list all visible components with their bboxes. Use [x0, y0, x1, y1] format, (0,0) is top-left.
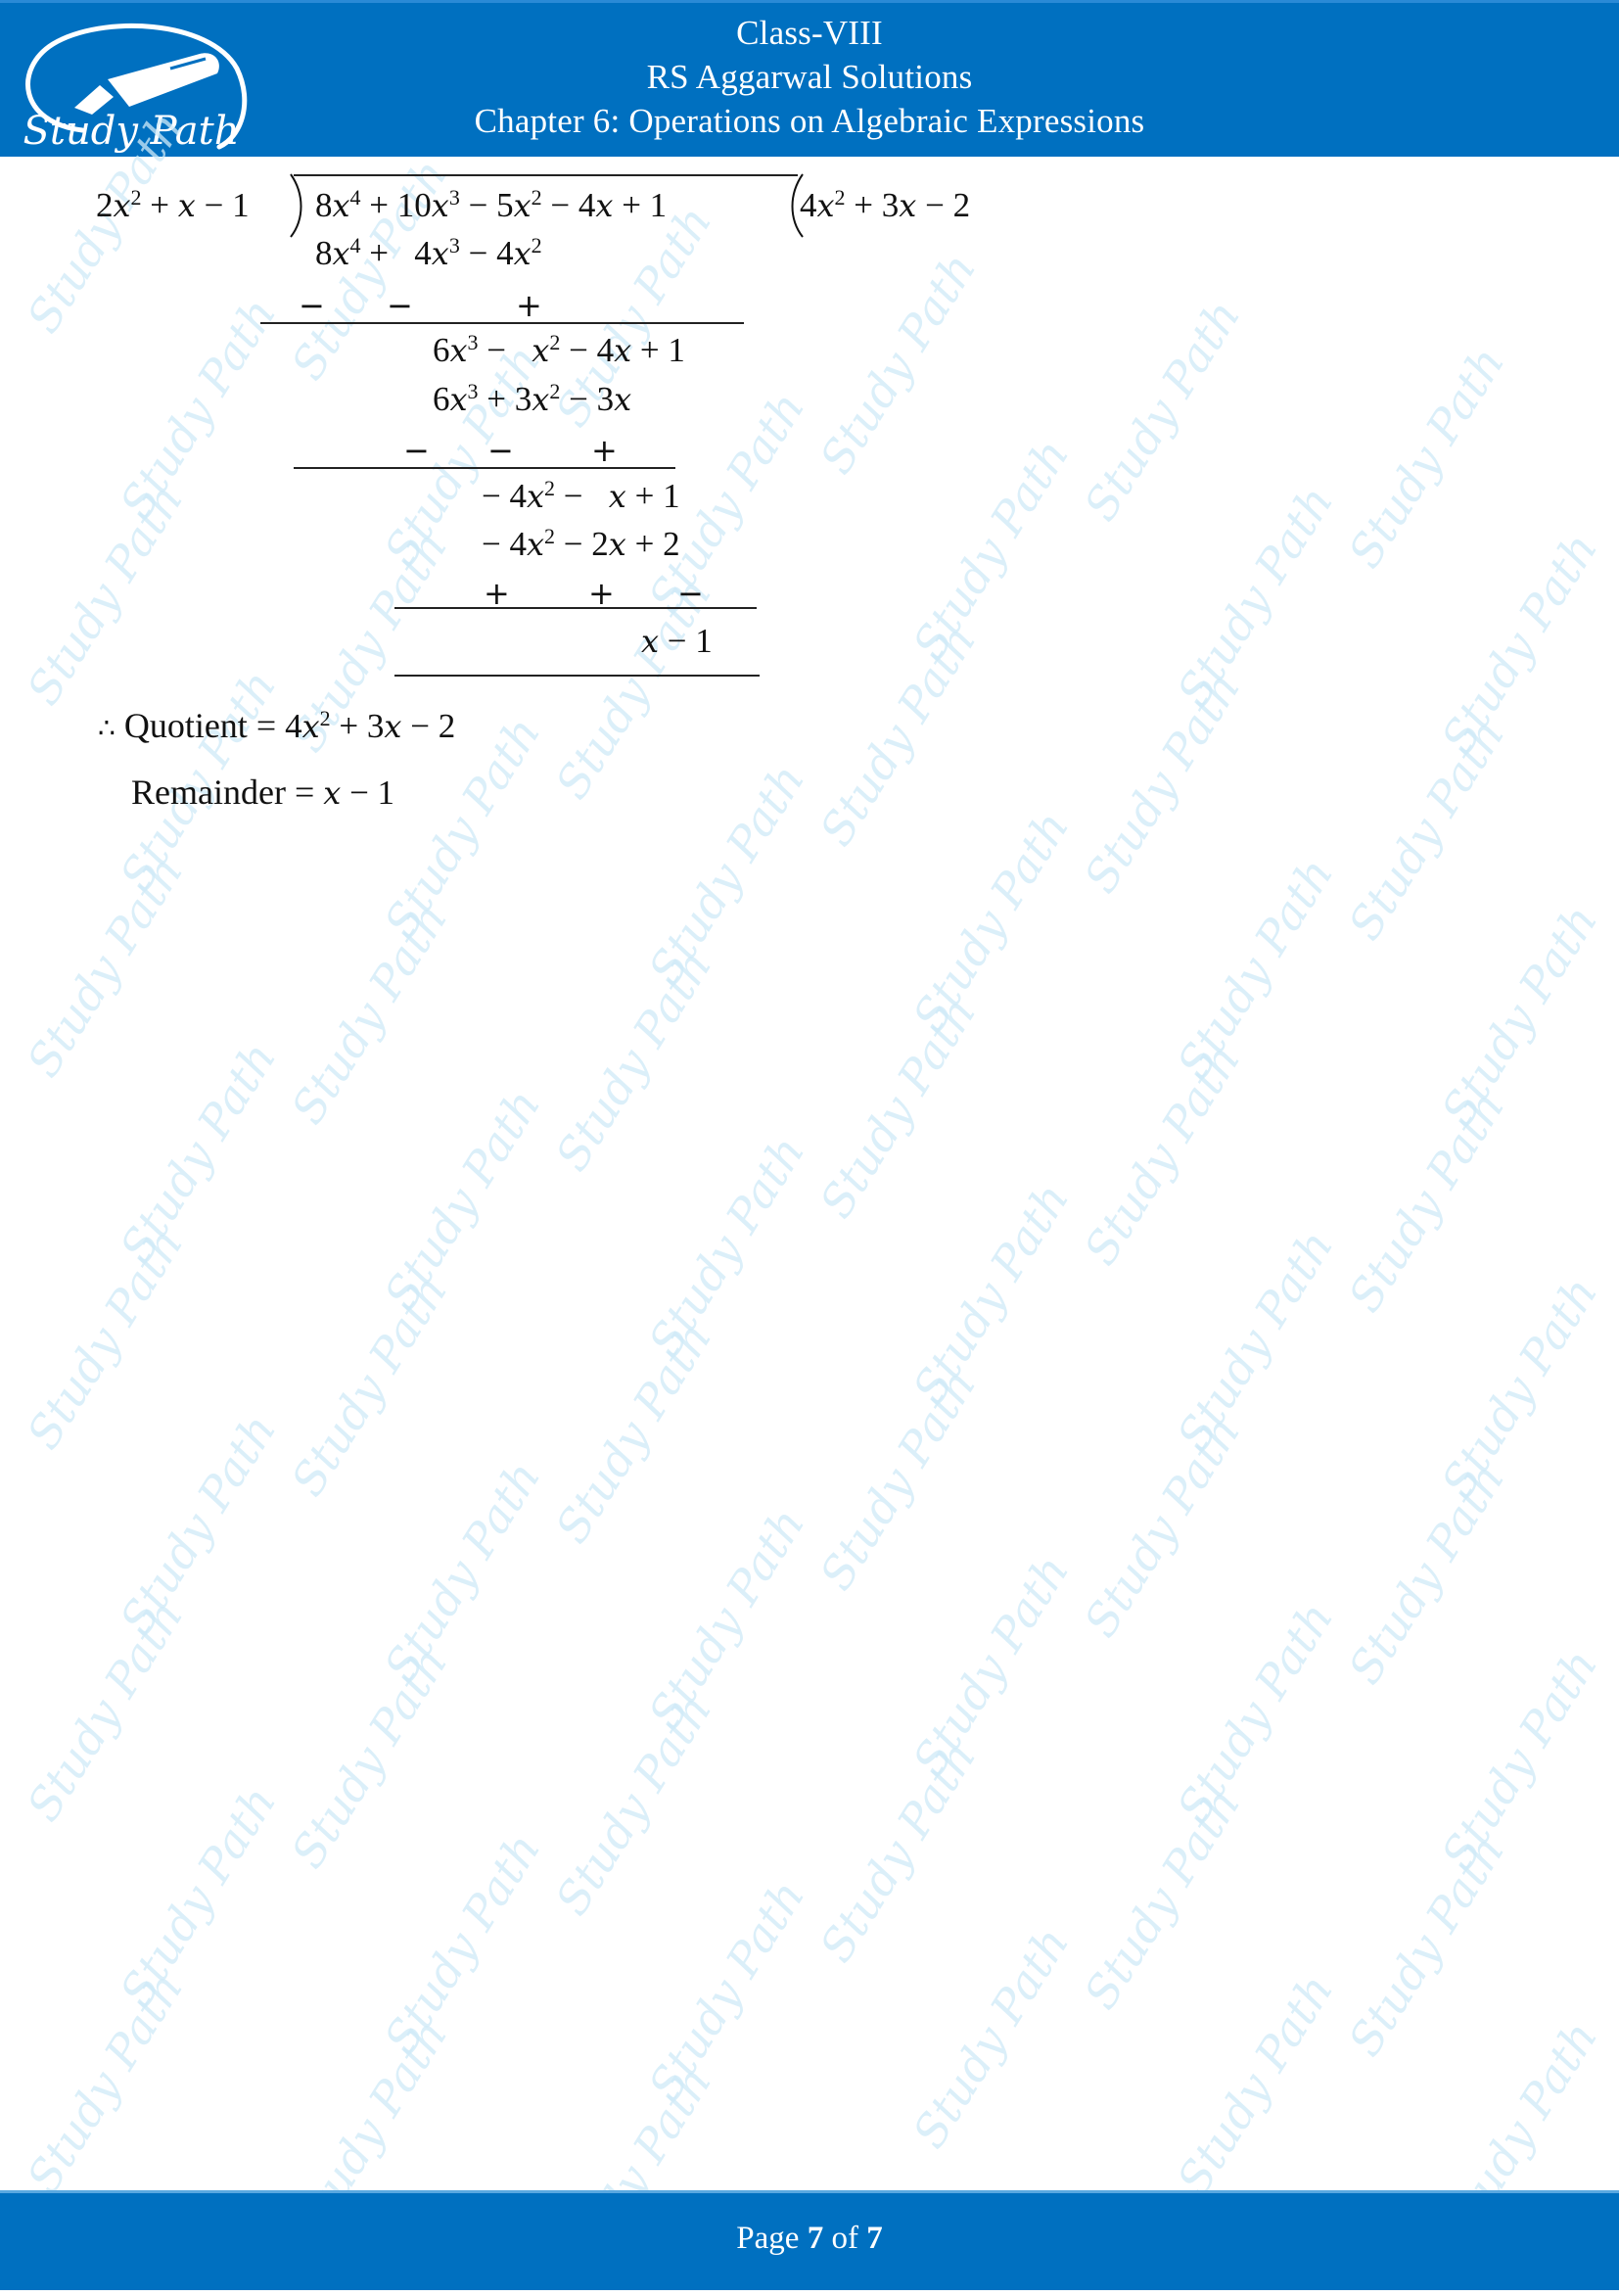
quotient-label: Quotient — [123, 706, 248, 745]
watermark-text: Study Path — [1430, 1267, 1608, 1508]
step-3-rule — [394, 607, 757, 609]
remainder-label: Remainder — [131, 773, 286, 812]
watermark-text: Study Path — [544, 940, 722, 1181]
watermark-text: Study Path — [809, 1731, 987, 1972]
remainder-value: x − 1 — [323, 773, 395, 812]
watermark-text: Study Path — [637, 1498, 815, 1739]
book-title: RS Aggarwal Solutions — [646, 58, 973, 96]
watermark-text: Study Path — [809, 987, 987, 1228]
watermark-text: Study Path — [1166, 1592, 1344, 1833]
therefore-symbol: ∴ — [98, 712, 116, 744]
watermark-text: Study Path — [1166, 476, 1344, 717]
watermark-text: Study Path — [373, 1079, 551, 1320]
step-1-sign-1: − — [299, 287, 325, 324]
watermark-text: Study Path — [280, 893, 458, 1134]
watermark-text: Study Path — [16, 1218, 194, 1459]
watermark-text: Study Path — [902, 429, 1080, 670]
watermark-text: Study Path — [1337, 1081, 1515, 1322]
remainder-statement: Remainder = x − 1 — [131, 773, 395, 812]
watermark-text: Study Path — [109, 288, 287, 529]
watermark-text: Study Path — [1166, 1964, 1344, 2205]
watermark-text: Study Path — [809, 243, 987, 484]
watermark-text: Study Path — [637, 1126, 815, 1367]
chapter-title: Chapter 6: Operations on Algebraic Expre… — [474, 102, 1145, 140]
watermark-text: Study Path — [902, 1917, 1080, 2158]
watermark-text: Study Path — [809, 615, 987, 856]
watermark-text: Study Path — [109, 1776, 287, 2017]
watermark-text: Study Path — [1430, 523, 1608, 764]
quotient: 4x2 + 3x − 2 — [800, 184, 971, 224]
watermark-text: Study Path — [1337, 337, 1515, 578]
watermark-text: Study Path — [1073, 1034, 1251, 1275]
watermark-text: Study Path — [16, 1590, 194, 1831]
step-2-sign-3: + — [591, 432, 618, 469]
step-1-subtrahend: 8x4 + 4x3 − 4x2 — [315, 232, 542, 272]
step-1-sign-2: − — [387, 287, 413, 324]
watermark-text: Study Path — [809, 1359, 987, 1600]
watermark-text: Study Path — [280, 1265, 458, 1506]
step-3-sign-2: + — [588, 575, 615, 612]
watermark-text: Study Path — [1337, 1825, 1515, 2066]
watermark-text: Study Path — [1430, 895, 1608, 1136]
watermark-text: Study Path — [637, 1870, 815, 2111]
watermark-layer: Study Path Study Path Study Path Study Path… — [0, 103, 1619, 2296]
watermark-text: Study Path — [1073, 662, 1251, 903]
watermark-text: Study Path — [1073, 290, 1251, 531]
step-3-sign-1: + — [484, 575, 510, 612]
step-1-result: 6x3 − x2 − 4x + 1 — [433, 329, 685, 369]
watermark-text: Study Path — [1337, 709, 1515, 950]
page-footer: Page 7 of 7 — [0, 2190, 1619, 2290]
watermark-text: Study Path — [16, 846, 194, 1087]
watermark-text: Study Path — [373, 1451, 551, 1692]
division-bracket-left — [290, 173, 302, 238]
watermark-text: Study Path — [109, 1404, 287, 1645]
division-vinculum — [294, 174, 798, 176]
watermark-text: Study Path — [637, 754, 815, 995]
watermark-text: Study Path — [544, 1684, 722, 1925]
watermark-text: Study Path — [1337, 1453, 1515, 1694]
final-rule — [394, 675, 760, 677]
step-2-result: − 4x2 − x + 1 — [482, 475, 680, 515]
watermark-text: Study Path — [1073, 1406, 1251, 1647]
total-pages: 7 — [866, 2221, 883, 2256]
current-page: 7 — [807, 2221, 824, 2256]
class-label: Class-VIII — [736, 14, 883, 52]
watermark-text: Study Path — [1073, 1778, 1251, 2019]
step-2-rule — [294, 467, 675, 469]
quotient-statement: ∴ Quotient = 4x2 + 3x − 2 — [98, 705, 456, 745]
page-indicator: Page 7 of 7 — [736, 2221, 883, 2256]
step-2-subtrahend: 6x3 + 3x2 − 3x — [433, 378, 632, 418]
step-1-rule — [260, 322, 744, 324]
final-remainder: x − 1 — [641, 622, 713, 660]
dividend: 8x4 + 10x3 − 5x2 − 4x + 1 — [315, 184, 668, 224]
quotient-value: 4x2 + 3x − 2 — [285, 705, 456, 745]
step-2-sign-1: − — [403, 432, 430, 469]
watermark-text: Study Path — [1166, 848, 1344, 1089]
step-3-sign-3: − — [677, 575, 704, 612]
watermark-text: Study Path — [16, 474, 194, 715]
watermark-text: Study Path — [902, 801, 1080, 1042]
watermark-text: Study Path — [1430, 1639, 1608, 1880]
watermark-text: Study Path — [1166, 1220, 1344, 1461]
watermark-text: Study Path — [109, 1032, 287, 1273]
watermark-text: Study Path — [544, 1312, 722, 1553]
watermark-text: Study Path — [902, 1545, 1080, 1786]
step-2-sign-2: − — [487, 432, 514, 469]
watermark-text: Study Path — [280, 1637, 458, 1878]
watermark-text: Study Path — [373, 1823, 551, 2064]
page-header: Study Path Class-VIII RS Aggarwal Soluti… — [0, 0, 1619, 157]
step-1-sign-3: + — [516, 287, 542, 324]
divisor: 2x2 + x − 1 — [96, 184, 250, 224]
watermark-text: Study Path — [16, 1962, 194, 2203]
watermark-text: Study Path — [902, 1173, 1080, 1414]
step-3-subtrahend: − 4x2 − 2x + 2 — [482, 523, 680, 563]
